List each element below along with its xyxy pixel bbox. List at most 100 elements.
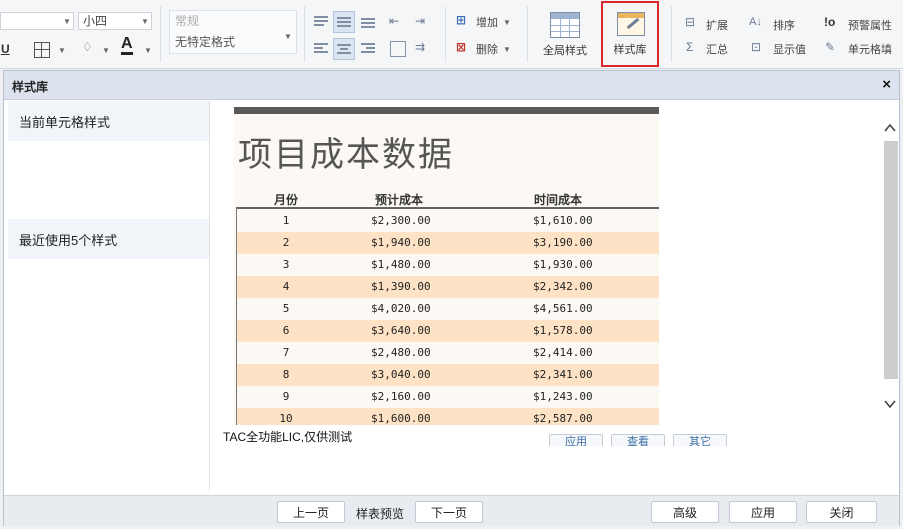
vertical-scrollbar[interactable] (881, 101, 899, 456)
separator (160, 6, 161, 62)
insert-icon: ⊞ (456, 13, 467, 27)
cell-month: 10 (279, 412, 293, 425)
table-row: 5 $4,020.00 $4,561.00 (236, 298, 659, 320)
sort-icon: A↓ (749, 16, 762, 28)
table-row: 8 $3,040.00 $2,341.00 (236, 364, 659, 386)
font-color-icon[interactable]: A (121, 36, 133, 55)
scroll-down-icon[interactable] (883, 397, 897, 411)
show-value-icon: ⊡ (751, 40, 762, 54)
cell-month: 6 (282, 324, 290, 337)
table-border (236, 207, 237, 425)
prev-page-button[interactable]: 上一页 (277, 501, 345, 523)
align-middle-icon[interactable] (333, 11, 355, 33)
insert-button[interactable]: 增加 (476, 14, 498, 30)
chevron-down-icon: ▼ (144, 46, 152, 55)
align-right-icon[interactable] (361, 42, 375, 54)
cell-month: 5 (282, 302, 290, 315)
preview-other-button[interactable]: 其它 (673, 434, 727, 446)
preview-buttons-partial: 应用 查看 其它 (545, 432, 735, 446)
chevron-down-icon: ▼ (503, 18, 511, 27)
next-page-button[interactable]: 下一页 (415, 501, 483, 523)
chevron-down-icon: ▼ (284, 32, 292, 41)
fill-color-icon[interactable]: ♢ (82, 38, 93, 56)
cell-actual-cost: $1,243.00 (533, 390, 593, 403)
style-library-icon (617, 12, 645, 36)
merge-cells-icon[interactable] (390, 41, 406, 57)
global-style-label: 全局样式 (543, 45, 587, 57)
border-icon[interactable] (34, 42, 50, 58)
separator (304, 6, 305, 62)
preview-apply-button[interactable]: 应用 (549, 434, 603, 446)
apply-button[interactable]: 应用 (729, 501, 797, 523)
close-icon[interactable]: × (882, 76, 891, 93)
table-row: 10 $1,600.00 $2,587.00 (236, 408, 659, 425)
summary-button[interactable]: 汇总 (706, 41, 728, 57)
cell-planned-cost: $1,480.00 (371, 258, 431, 271)
table-row: 6 $3,640.00 $1,578.00 (236, 320, 659, 342)
cell-planned-cost: $1,390.00 (371, 280, 431, 293)
list-item-label: 最近使用5个样式 (19, 233, 118, 248)
delete-button[interactable]: 删除 (476, 41, 498, 57)
cell-month: 1 (282, 214, 290, 227)
table-row: 3 $1,480.00 $1,930.00 (236, 254, 659, 276)
number-format-select[interactable]: 常规 无特定格式 ▼ (169, 10, 297, 54)
cell-actual-cost: $2,414.00 (533, 346, 593, 359)
indent-decrease-icon[interactable]: ⇤ (389, 12, 399, 30)
show-value-button[interactable]: 显示值 (773, 41, 806, 57)
chevron-down-icon: ▼ (141, 17, 149, 26)
table-row: 1 $2,300.00 $1,610.00 (236, 210, 659, 232)
delete-icon: ⊠ (456, 40, 467, 54)
global-style-button[interactable]: 全局样式 (534, 2, 596, 64)
scroll-up-icon[interactable] (883, 121, 897, 135)
list-item-recent-styles[interactable]: 最近使用5个样式 (8, 219, 210, 259)
list-item-current-cell-style[interactable]: 当前单元格样式 (8, 101, 210, 141)
preview-label: 样表预览 (356, 507, 405, 521)
align-bottom-icon[interactable] (361, 15, 375, 28)
cell-planned-cost: $1,940.00 (371, 236, 431, 249)
align-top-icon[interactable] (314, 15, 328, 27)
scroll-thumb[interactable] (884, 141, 898, 379)
separator (671, 6, 672, 62)
cell-month: 9 (282, 390, 290, 403)
number-format-top: 常规 (175, 14, 200, 28)
table-row: 4 $1,390.00 $2,342.00 (236, 276, 659, 298)
alert-property-button[interactable]: 预警属性 (848, 17, 892, 33)
cell-month: 2 (282, 236, 290, 249)
report-header-bar (234, 107, 659, 114)
sort-button[interactable]: 排序 (773, 17, 795, 33)
align-left-icon[interactable] (314, 42, 328, 54)
style-library-button[interactable]: 样式库 (601, 1, 659, 67)
report-preview: 项目成本数据 月份 预计成本 时间成本 1 $2,300.00 $1,610.00 2… (234, 107, 659, 425)
column-header-actual-cost: 时间成本 (534, 193, 583, 207)
chevron-down-icon: ▼ (503, 45, 511, 54)
separator (527, 6, 528, 62)
advanced-button[interactable]: 高级 (651, 501, 719, 523)
indent-increase-icon[interactable]: ⇥ (415, 12, 425, 30)
cell-actual-cost: $1,930.00 (533, 258, 593, 271)
cell-month: 7 (282, 346, 290, 359)
chevron-down-icon: ▼ (102, 46, 110, 55)
close-button[interactable]: 关闭 (806, 501, 877, 523)
cell-planned-cost: $4,020.00 (371, 302, 431, 315)
table-row: 7 $2,480.00 $2,414.00 (236, 342, 659, 364)
cell-month: 4 (282, 280, 290, 293)
dialog-titlebar: 样式库 × (4, 71, 899, 100)
align-center-icon[interactable] (333, 38, 355, 60)
cell-actual-cost: $4,561.00 (533, 302, 593, 315)
preview-view-button[interactable]: 查看 (611, 434, 665, 446)
underline-button[interactable]: U (1, 40, 10, 58)
table-header: 月份 预计成本 时间成本 (236, 189, 659, 209)
report-title: 项目成本数据 (238, 135, 454, 175)
ribbon-toolbar: ▼ 小四 ▼ U ▼ ♢ ▼ A ▼ 常规 无特定格式 ▼ ⇤ ⇥ ⇉ ⊞ 增加… (0, 0, 903, 69)
global-style-icon (550, 12, 580, 38)
cell-planned-cost: $2,480.00 (371, 346, 431, 359)
cell-planned-cost: $3,640.00 (371, 324, 431, 337)
alert-icon: !o (824, 15, 836, 29)
separator (445, 6, 446, 62)
cell-actual-cost: $2,341.00 (533, 368, 593, 381)
wrap-text-icon[interactable]: ⇉ (415, 38, 425, 56)
cell-fill-button[interactable]: 单元格填 (848, 41, 892, 57)
expand-button[interactable]: 扩展 (706, 17, 728, 33)
style-category-list: 当前单元格样式 最近使用5个样式 (8, 101, 210, 491)
cell-planned-cost: $2,300.00 (371, 214, 431, 227)
